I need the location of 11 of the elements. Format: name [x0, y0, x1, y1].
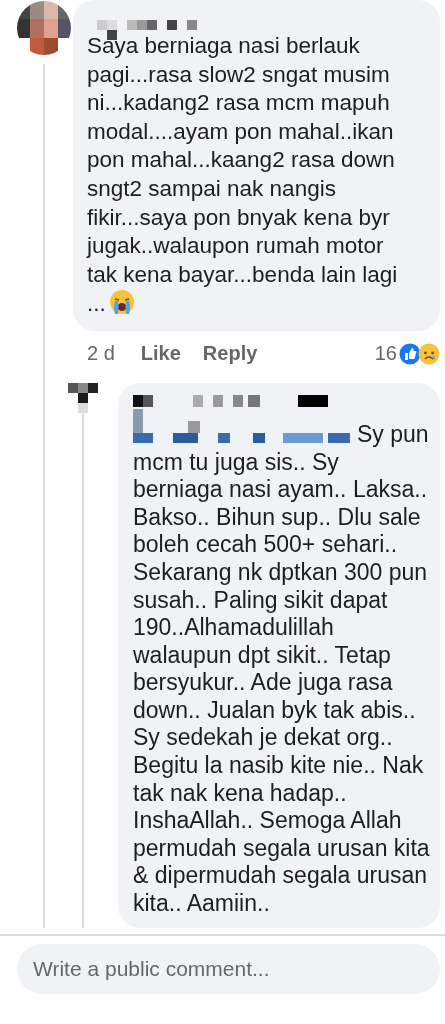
reply-link[interactable]: Reply	[202, 342, 258, 366]
comment-time: 2 d	[87, 342, 115, 366]
comment-text: Saya berniaga nasi berlauk pagi...rasa slow2 sngat musim ni...kadang2 rasa mcm mapuh modal....ayam pon mahal..ikan pon mahal...kaang2 rasa down sngt2 sampai nak nangis fikir...saya pon bnyak kena byr jugak..walaupon rumah motor tak kena bayar...benda lain lagi ...	[87, 32, 398, 319]
sad-reaction-icon	[418, 342, 440, 365]
crying-emoji-icon	[108, 289, 135, 316]
like-reaction-icon	[399, 342, 421, 365]
avatar[interactable]	[16, 0, 72, 56]
like-link[interactable]: Like	[140, 342, 181, 366]
reply-text: Sy pun mcm tu juga sis.. Sy berniaga nasi ayam.. Laksa.. Bakso.. Bihun sup.. Dlu sale boleh cecah 500+ sehari.. Sekarang nk dptkan 300 pun susah.. Paling sikit dapat 190..Alhamadulillah walaupun dpt sikit.. Tetap bersyukur.. Ade juga rasa down.. Jualan byk tak abis.. Sy sedekah je dekat org.. Begitu la nasib kite nie.. Nak tak nak kena hadap.. InshaAllah.. Semoga Allah permudah segala urusan kita & dipermudah segala urusan kita.. Aamiin..	[133, 394, 430, 918]
comment-field[interactable]: Write a public comment...	[17, 943, 440, 994]
reaction-count: 16	[374, 342, 397, 366]
